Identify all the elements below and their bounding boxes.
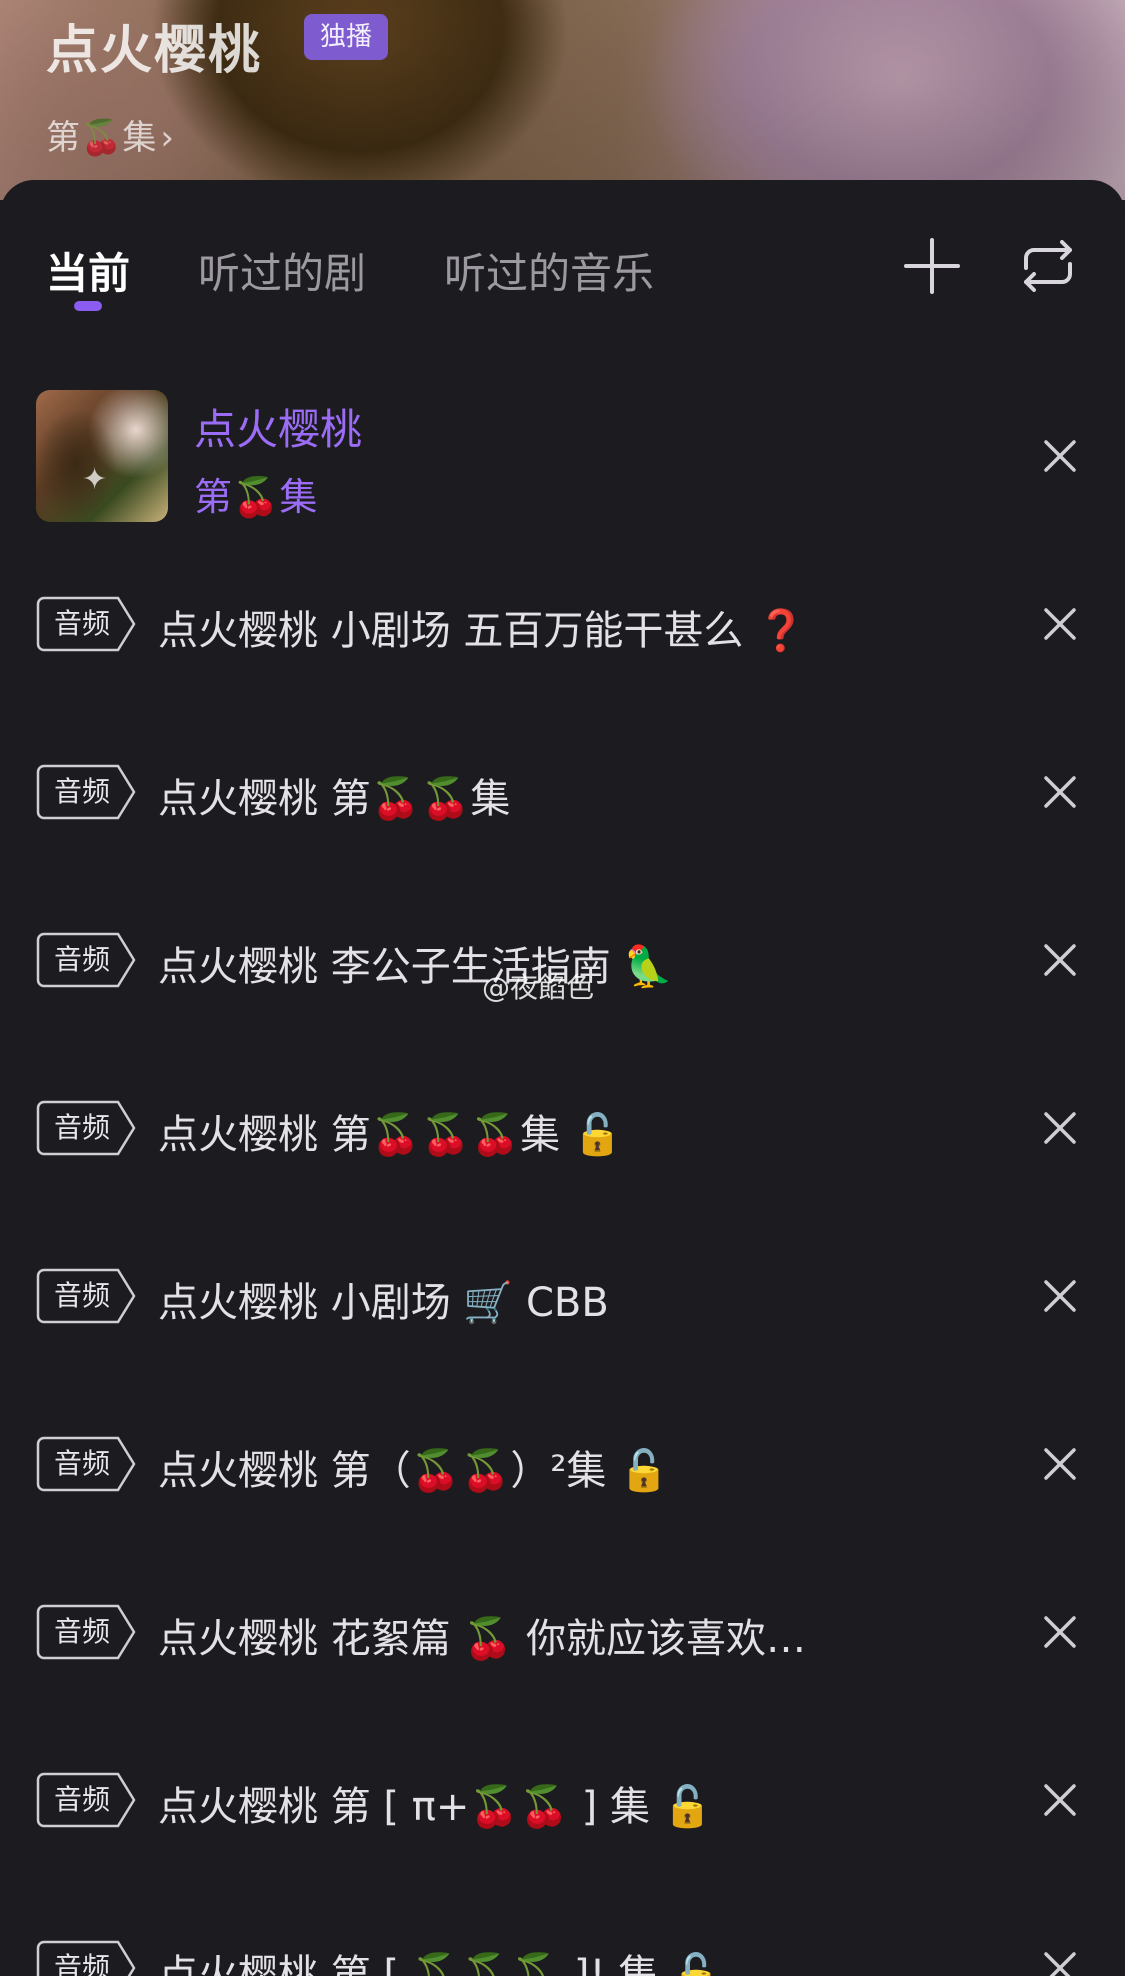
plus-icon[interactable] (900, 234, 964, 298)
tab-listened-dramas[interactable]: 听过的剧 (198, 240, 366, 301)
list-item[interactable]: 音频 点火樱桃 第（🍒🍒）²集 🔓 (0, 1436, 1125, 1526)
list-item-title: 点火樱桃 小剧场 🛒 CBB (158, 1280, 609, 1326)
audio-tag: 音频 (36, 1100, 136, 1156)
episode-label: 第🍒集 (46, 118, 157, 158)
close-icon[interactable] (1040, 1780, 1080, 1820)
close-icon[interactable] (1040, 1948, 1080, 1976)
list-item-title: 点火樱桃 李公子生活指南 🦜 (158, 944, 674, 990)
tab-current[interactable]: 当前 (46, 240, 130, 301)
list-item-title: 点火樱桃 花絮篇 🍒 你就应该喜欢… (158, 1616, 806, 1662)
now-playing-item[interactable]: ✦ 点火樱桃 第🍒集 (0, 390, 1125, 530)
audio-tag-label: 音频 (53, 1279, 110, 1312)
close-icon[interactable] (1040, 940, 1080, 980)
audio-tag: 音频 (36, 1268, 136, 1324)
exclusive-badge: 独播 (304, 14, 389, 60)
app-screen: 点火樱桃 独播 第🍒集 › 当前 听过的剧 听过的音乐 ✦ 点火樱桃 第🍒集 音… (0, 0, 1125, 1976)
active-tab-indicator (74, 301, 102, 311)
thumbnail-art: ✦ (82, 462, 108, 497)
tab-listened-music[interactable]: 听过的音乐 (444, 240, 654, 301)
cover-thumbnail: ✦ (36, 390, 168, 522)
episode-link[interactable]: 第🍒集 › (46, 110, 174, 159)
list-item[interactable]: 音频 点火樱桃 花絮篇 🍒 你就应该喜欢… (0, 1604, 1125, 1694)
close-icon[interactable] (1040, 1276, 1080, 1316)
close-icon[interactable] (1040, 772, 1080, 812)
list-item-title: 点火樱桃 第（🍒🍒）²集 🔓 (158, 1448, 669, 1494)
close-icon[interactable] (1040, 604, 1080, 644)
list-item-title: 点火樱桃 第 [ 🍒🍒🍒 ]! 集 🔓 (158, 1952, 721, 1976)
audio-tag: 音频 (36, 932, 136, 988)
repeat-icon[interactable] (1016, 234, 1080, 298)
audio-tag: 音频 (36, 1772, 136, 1828)
drama-title[interactable]: 点火樱桃 (46, 8, 262, 83)
list-item[interactable]: 音频 点火樱桃 第🍒🍒集 (0, 764, 1125, 854)
list-item[interactable]: 音频 点火樱桃 小剧场 🛒 CBB (0, 1268, 1125, 1358)
close-icon[interactable] (1040, 1444, 1080, 1484)
watermark: @夜餡色 (482, 971, 595, 1004)
list-item[interactable]: 音频 点火樱桃 第 [ 🍒🍒🍒 ]! 集 🔓 (0, 1940, 1125, 1976)
close-icon[interactable] (1040, 1612, 1080, 1652)
audio-tag-label: 音频 (53, 607, 110, 640)
audio-tag-label: 音频 (53, 1951, 110, 1976)
list-item[interactable]: 音频 点火樱桃 第 [ π+🍒🍒 ] 集 🔓 (0, 1772, 1125, 1862)
playlist-panel: 当前 听过的剧 听过的音乐 ✦ 点火樱桃 第🍒集 音频 点火樱桃 小剧场 五百万… (0, 180, 1125, 1976)
audio-tag: 音频 (36, 764, 136, 820)
list-item-title: 点火樱桃 第 [ π+🍒🍒 ] 集 🔓 (158, 1784, 713, 1830)
audio-tag: 音频 (36, 1940, 136, 1976)
list-item-title: 点火樱桃 小剧场 五百万能干甚么 ❓ (158, 608, 806, 654)
close-icon[interactable] (1040, 436, 1080, 476)
audio-tag: 音频 (36, 596, 136, 652)
list-item[interactable]: 音频 点火樱桃 第🍒🍒🍒集 🔓 (0, 1100, 1125, 1190)
audio-tag-label: 音频 (53, 1783, 110, 1816)
list-item[interactable]: 音频 点火樱桃 小剧场 五百万能干甚么 ❓ (0, 596, 1125, 686)
audio-tag-label: 音频 (53, 1615, 110, 1648)
audio-tag: 音频 (36, 1604, 136, 1660)
audio-tag-label: 音频 (53, 943, 110, 976)
chevron-right-icon: › (160, 118, 174, 158)
list-item-title: 点火樱桃 第🍒🍒🍒集 🔓 (158, 1112, 623, 1158)
audio-tag-label: 音频 (53, 1447, 110, 1480)
list-item-title: 点火樱桃 第🍒🍒集 (158, 776, 511, 822)
audio-tag: 音频 (36, 1436, 136, 1492)
close-icon[interactable] (1040, 1108, 1080, 1148)
now-playing-title: 点火樱桃 (194, 405, 363, 454)
now-playing-episode: 第🍒集 (194, 475, 318, 519)
audio-tag-label: 音频 (53, 1111, 110, 1144)
audio-tag-label: 音频 (53, 775, 110, 808)
